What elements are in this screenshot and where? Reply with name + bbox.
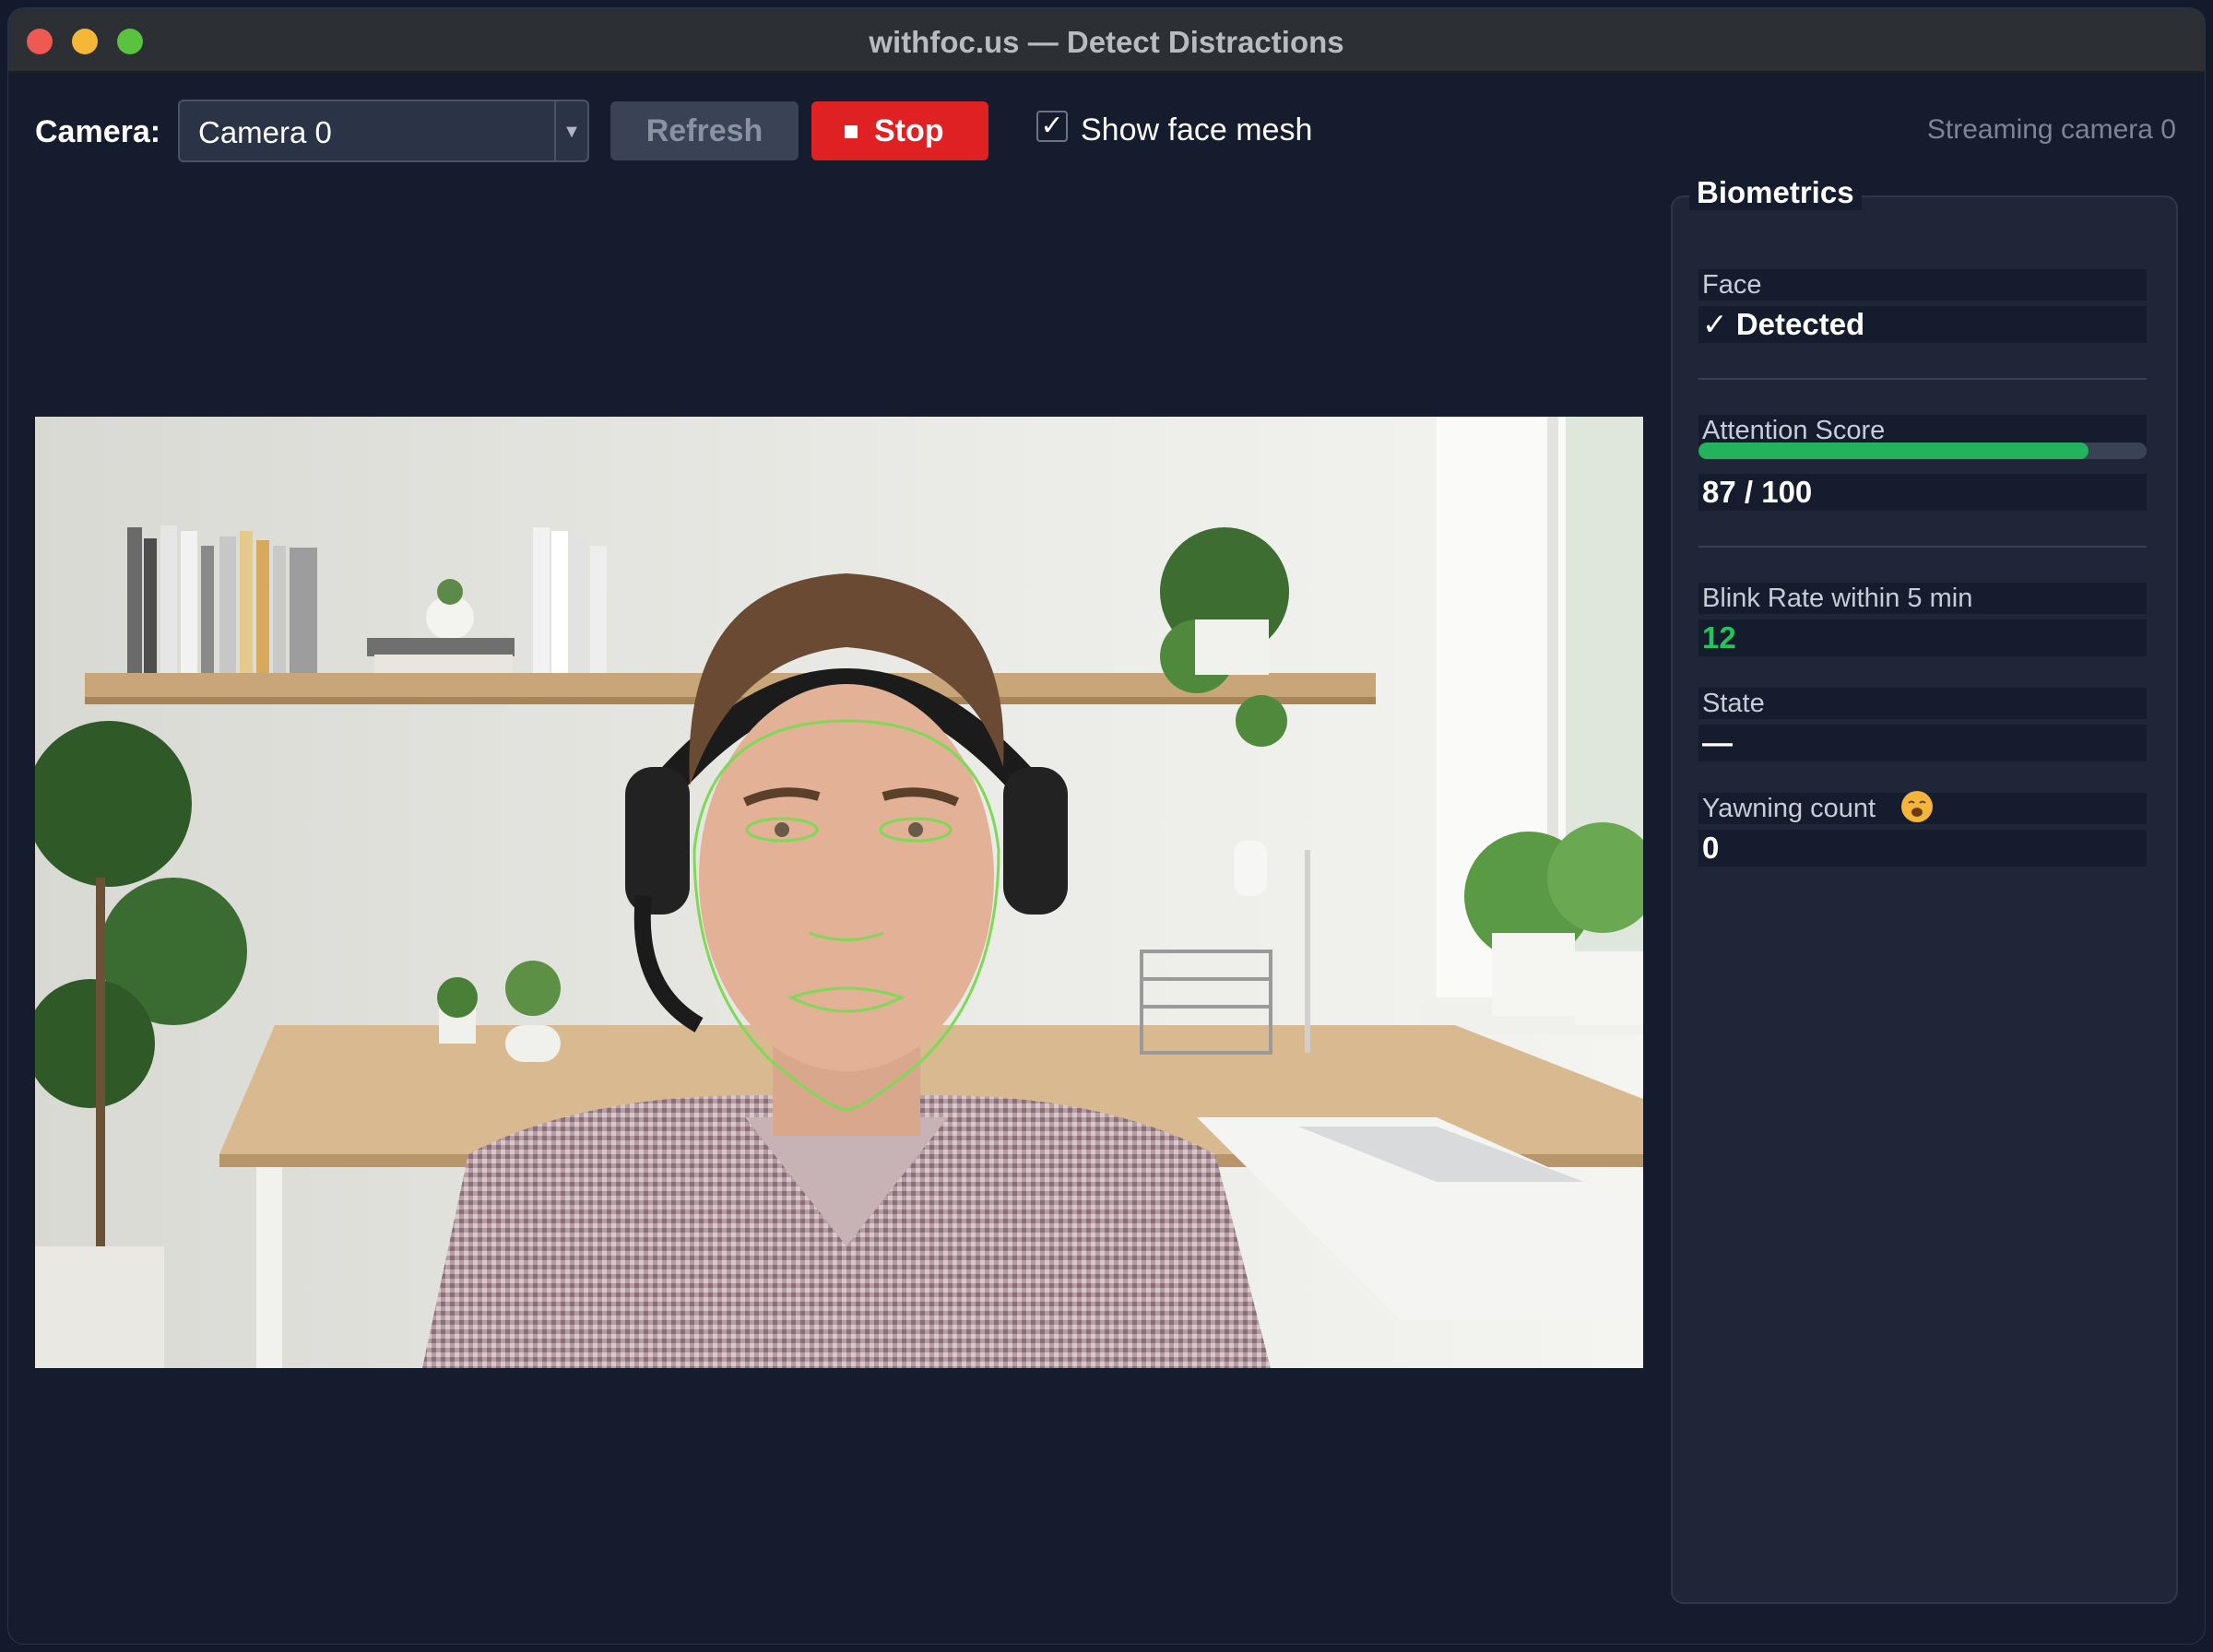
camera-label: Camera:	[35, 114, 161, 149]
camera-feed	[35, 417, 1643, 1368]
biometrics-title: Biometrics	[1689, 175, 1862, 210]
divider	[1698, 546, 2147, 548]
stop-icon	[845, 125, 858, 138]
blink-rate-label: Blink Rate within 5 min	[1698, 583, 2147, 614]
stop-button-label: Stop	[874, 113, 944, 148]
refresh-button[interactable]: Refresh	[610, 101, 799, 160]
attention-progress-bar	[1698, 442, 2147, 459]
toolbar: Camera: Camera 0 ▼ Refresh Stop ✓ Show f…	[0, 65, 2213, 203]
state-value: —	[1698, 725, 2147, 761]
face-mesh-label[interactable]: Show face mesh	[1081, 112, 1312, 148]
blink-rate-value: 12	[1698, 620, 2147, 656]
stop-button[interactable]: Stop	[811, 101, 988, 160]
divider	[1698, 378, 2147, 380]
camera-frame-image	[35, 417, 1643, 1368]
yawning-value: 0	[1698, 830, 2147, 867]
chevron-down-icon[interactable]: ▼	[560, 122, 584, 142]
select-divider	[554, 101, 556, 160]
camera-select[interactable]: Camera 0 ▼	[178, 100, 589, 162]
title-bar: withfoc.us — Detect Distractions	[8, 8, 2205, 73]
biometrics-panel	[1671, 195, 2178, 1604]
face-value: ✓ Detected	[1698, 306, 2147, 343]
yawning-face-icon	[1901, 791, 1933, 822]
attention-value: 87 / 100	[1698, 474, 2147, 511]
streaming-status: Streaming camera 0	[1926, 114, 2176, 145]
attention-progress-fill	[1698, 442, 2089, 459]
attention-label: Attention Score	[1698, 415, 2147, 446]
window-title: withfoc.us — Detect Distractions	[869, 25, 1344, 59]
camera-select-value: Camera 0	[198, 115, 332, 149]
state-label: State	[1698, 688, 2147, 719]
face-mesh-checkbox[interactable]: ✓	[1036, 111, 1068, 142]
face-label: Face	[1698, 269, 2147, 301]
